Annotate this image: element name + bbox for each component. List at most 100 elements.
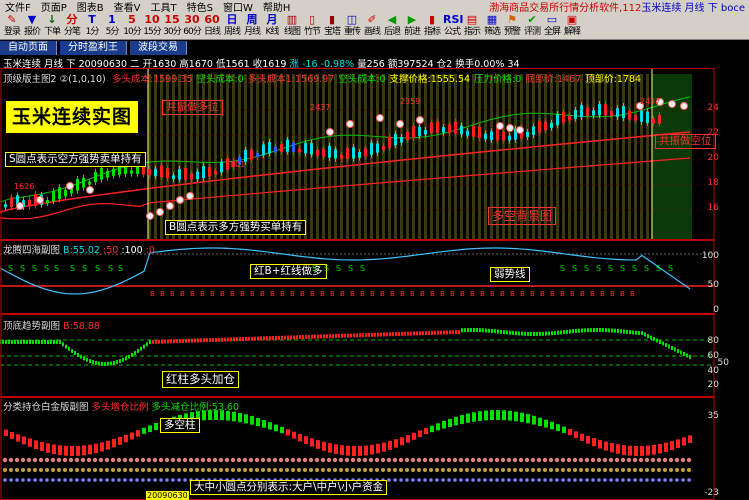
main-indicator-2: 多头成本1:1569.97	[247, 74, 335, 85]
position-bar	[250, 416, 254, 425]
candle-body	[538, 120, 541, 133]
dot-mid	[501, 468, 505, 472]
toolbar-button-2[interactable]: ↓ 下单	[42, 13, 62, 39]
candle-body	[280, 144, 283, 152]
sub1-b-marker: B	[440, 290, 445, 298]
status-n: 34	[507, 59, 520, 68]
position-bar	[622, 445, 626, 455]
sub1-b-marker: B	[400, 290, 405, 298]
toolbar-button-13[interactable]: 月 K线	[262, 13, 282, 39]
bg-stripe	[634, 74, 637, 240]
dot-large	[620, 457, 626, 463]
menu-bar: 文件F 页面P 图表B 查看V 工具T 特色S 窗口W 帮助H 渤海商品交易所行情分析软件,11…	[0, 0, 749, 14]
toolbar-button-18[interactable]: ✐ 画线	[362, 13, 382, 39]
dot-large	[212, 457, 218, 463]
menu-item-4[interactable]: 工具T	[146, 0, 182, 14]
candle-body	[328, 145, 331, 158]
menu-item-1[interactable]: 页面P	[36, 0, 72, 14]
dot-large	[134, 457, 140, 463]
dot-small	[165, 478, 169, 482]
menu-item-6[interactable]: 窗口W	[218, 0, 258, 14]
toolbar-button-24[interactable]: ▦ 筛选	[482, 13, 502, 39]
menu-item-2[interactable]: 图表B	[72, 0, 109, 14]
bg-stripe	[214, 74, 217, 240]
peak-label-3: 1801	[225, 160, 246, 169]
position-bar	[532, 415, 536, 425]
dot-small	[3, 478, 7, 482]
toolbar-button-1[interactable]: ▼ 报价	[22, 13, 42, 39]
candle-body	[568, 115, 571, 121]
dot-mid	[153, 468, 157, 472]
bg-stripe	[292, 74, 295, 240]
toolbar-button-25[interactable]: ⚑ 预警	[502, 13, 522, 39]
toolbar-label: 画线	[363, 27, 381, 37]
toolbar-button-5[interactable]: 1 5分	[102, 13, 122, 39]
status-close: 收1619	[252, 59, 287, 68]
toolbar-icon: 月	[266, 13, 278, 26]
candle-body	[424, 129, 427, 135]
signal-dot	[680, 102, 688, 110]
toolbar-button-16[interactable]: ▮ 宝塔	[322, 13, 342, 39]
dot-mid	[375, 468, 379, 472]
candle-body	[376, 143, 379, 153]
toolbar-button-0[interactable]: ✎ 登录	[2, 13, 22, 39]
toolbar-button-14[interactable]: ▥ 线图	[282, 13, 302, 39]
menu-item-3[interactable]: 查看V	[109, 0, 146, 14]
signal-dot	[156, 208, 164, 216]
toolbar-label: 指标	[423, 27, 441, 37]
menu-item-5[interactable]: 特色S	[182, 0, 218, 14]
toolbar-button-17[interactable]: ◫ 重传	[342, 13, 362, 39]
bg-stripe	[586, 74, 589, 240]
sub1-b-marker: B	[490, 290, 495, 298]
bg-stripe	[616, 74, 619, 240]
toolbar-button-22[interactable]: RSI 公式	[442, 13, 464, 39]
menu-item-7[interactable]: 帮助H	[258, 0, 296, 14]
dot-large	[608, 457, 614, 463]
toolbar-button-8[interactable]: 15 30分	[162, 13, 182, 39]
tab-intraday-profit[interactable]: 分时盈利王	[60, 41, 127, 55]
dot-small	[21, 478, 25, 482]
toolbar-button-15[interactable]: ▯ 竹节	[302, 13, 322, 39]
dot-small	[639, 478, 643, 482]
toolbar-button-21[interactable]: ▮ 指标	[422, 13, 442, 39]
signal-dot	[66, 182, 74, 190]
toolbar-button-28[interactable]: ▣ 解释	[562, 13, 582, 39]
status-position: 仓2	[436, 59, 453, 68]
dot-small	[471, 478, 475, 482]
toolbar-button-6[interactable]: 5 10分	[122, 13, 142, 39]
dot-mid	[399, 468, 403, 472]
menu-item-0[interactable]: 文件F	[0, 0, 36, 14]
sub1-b-marker: B	[460, 290, 465, 298]
toolbar-icon: 日	[226, 13, 238, 26]
toolbar-label: 分笔	[63, 27, 81, 37]
dot-large	[374, 457, 380, 463]
dot-small	[579, 478, 583, 482]
toolbar-icon: ▮	[428, 13, 436, 26]
toolbar-button-26[interactable]: ✔ 评测	[522, 13, 542, 39]
dot-small	[489, 478, 493, 482]
position-bar	[688, 435, 692, 443]
status-symbol: 玉米连续	[3, 59, 42, 68]
toolbar-button-12[interactable]: 周月线	[242, 13, 262, 39]
toolbar-button-10[interactable]: 60 日线	[202, 13, 222, 39]
toolbar-button-27[interactable]: ▭ 全屏	[542, 13, 562, 39]
position-bar	[154, 423, 158, 431]
tab-swing-trade[interactable]: 波段交易	[130, 41, 187, 55]
toolbar-button-9[interactable]: 30 60分	[182, 13, 202, 39]
position-bar	[52, 444, 56, 455]
bg-stripe	[472, 74, 475, 240]
toolbar-button-19[interactable]: ◀ 后退	[382, 13, 402, 39]
toolbar-button-3[interactable]: 分分笔	[62, 13, 82, 39]
toolbar-button-23[interactable]: ▤ 指示	[462, 13, 482, 39]
toolbar-button-7[interactable]: 10 15分	[142, 13, 162, 39]
tab-auto-page[interactable]: 自动页面	[0, 41, 57, 55]
dot-small	[459, 478, 463, 482]
position-bar	[118, 436, 122, 445]
sub1-value2: :50	[103, 245, 119, 256]
toolbar-button-11[interactable]: 日周线	[222, 13, 242, 39]
toolbar-button-4[interactable]: T 1分	[82, 13, 102, 39]
candle-body	[82, 177, 85, 188]
dot-mid	[207, 468, 211, 472]
dot-mid	[213, 468, 217, 472]
toolbar-button-20[interactable]: ▶ 前进	[402, 13, 422, 39]
